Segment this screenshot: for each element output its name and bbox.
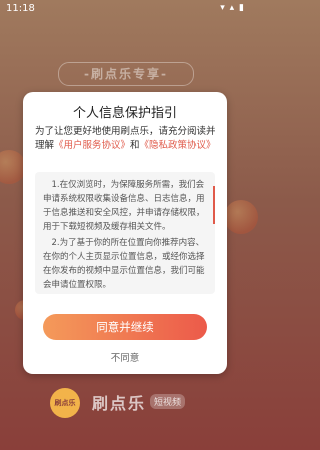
policy-paragraph: 2.为了基于你的所在位置向你推荐内容、在你的个人主页显示位置信息，或经你选择在你… [43, 238, 205, 290]
policy-paragraph: 1.在仅浏览时，为保障服务所需，我们会申请系统权限收集设备信息、日志信息，用于信… [43, 180, 205, 232]
background-logo: 刷点乐 刷点乐 短视频 [50, 384, 210, 424]
dialog-intro: 为了让您更好地使用刷点乐，请充分阅读并理解《用户服务协议》和《隐私政策协议》 [35, 125, 217, 153]
disagree-button[interactable]: 不同意 [23, 350, 227, 364]
status-time: 11:18 [6, 3, 35, 14]
policy-scroll-box[interactable]: 1.在仅浏览时，为保障服务所需，我们会申请系统权限收集设备信息、日志信息，用于信… [35, 172, 215, 294]
scrollbar[interactable] [213, 186, 215, 224]
background-banner: -刷点乐专享- [58, 62, 194, 86]
user-agreement-link[interactable]: 《用户服务协议》 [54, 140, 130, 151]
intro-and-text: 和 [130, 140, 140, 151]
agree-button[interactable]: 同意并继续 [43, 314, 207, 340]
status-bar: 11:18 ▾ ▴ ▮ [0, 0, 250, 20]
privacy-policy-link[interactable]: 《隐私政策协议》 [140, 140, 216, 151]
dialog-title: 个人信息保护指引 [72, 106, 177, 121]
status-icons: ▾ ▴ ▮ [220, 3, 245, 13]
logo-tag: 短视频 [150, 394, 186, 409]
background-decoration [224, 200, 258, 234]
privacy-dialog: 个人信息保护指引 为了让您更好地使用刷点乐，请充分阅读并理解《用户服务协议》和《… [23, 92, 227, 374]
logo-badge-icon: 刷点乐 [50, 388, 80, 418]
policy-text: 1.在仅浏览时，为保障服务所需，我们会申请系统权限收集设备信息、日志信息，用于信… [35, 172, 215, 292]
logo-text: 刷点乐 [92, 394, 147, 413]
